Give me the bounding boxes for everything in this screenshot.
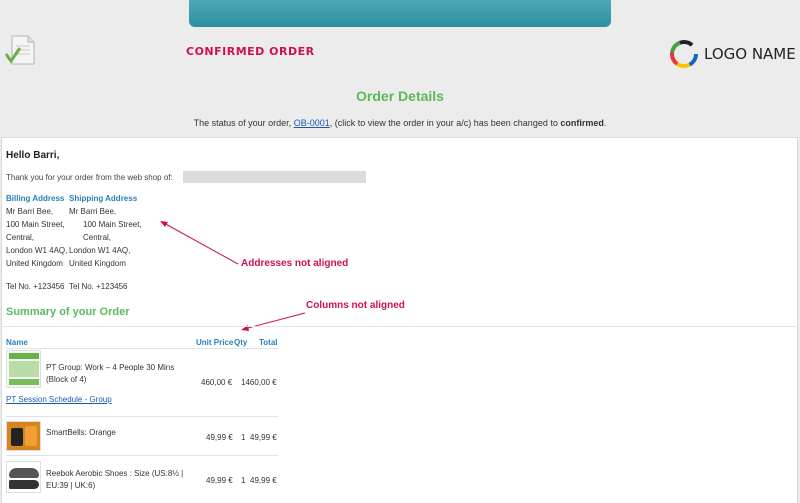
item-name: Reebok Aerobic Shoes : Size (US:8½ | bbox=[46, 469, 184, 478]
product-thumbnail bbox=[6, 350, 41, 388]
redacted-shop-name bbox=[183, 171, 366, 183]
order-summary-title: Summary of your Order bbox=[6, 306, 130, 318]
annotation-columns: Columns not aligned bbox=[306, 300, 405, 311]
document-check-icon bbox=[4, 35, 35, 65]
greeting: Hello Barri, bbox=[6, 150, 60, 161]
product-thumbnail bbox=[6, 461, 41, 493]
pt-session-schedule-link[interactable]: PT Session Schedule - Group bbox=[6, 395, 112, 404]
top-banner bbox=[189, 0, 611, 27]
column-header-qty: Qty bbox=[234, 338, 248, 347]
item-name: (Block of 4) bbox=[46, 375, 87, 384]
shipping-line: Mr Barri Bee, bbox=[69, 207, 117, 216]
item-name: EU:39 | UK:6) bbox=[46, 481, 96, 490]
status-middle: , (click to view the order in your a/c) … bbox=[329, 118, 561, 128]
item-total: 49,99 € bbox=[250, 433, 277, 442]
item-name: SmartBells: Orange bbox=[46, 428, 116, 437]
shipping-line: Central, bbox=[83, 233, 112, 242]
annotation-addresses: Addresses not aligned bbox=[241, 258, 349, 269]
billing-tel: Tel No. +123456 bbox=[6, 282, 65, 291]
status-line: The status of your order, OB-0001, (clic… bbox=[0, 118, 800, 128]
item-total: 1460,00 € bbox=[241, 378, 277, 387]
shipping-tel: Tel No. +123456 bbox=[69, 282, 128, 291]
item-unit-price: 49,99 € bbox=[206, 433, 233, 442]
shipping-line: United Kingdom bbox=[69, 259, 126, 268]
item-total: 49,99 € bbox=[250, 476, 277, 485]
status-prefix: The status of your order, bbox=[193, 118, 294, 128]
item-name: PT Group: Work – 4 People 30 Mins bbox=[46, 363, 175, 372]
thanks-text: Thank you for your order from the web sh… bbox=[6, 173, 173, 182]
item-unit-price: 49,99 € bbox=[206, 476, 233, 485]
order-details-title: Order Details bbox=[356, 88, 444, 104]
status-suffix: . bbox=[603, 118, 607, 128]
logo: LOGO NAME bbox=[668, 38, 796, 70]
status-state: confirmed bbox=[560, 118, 604, 128]
item-link: PT Session Schedule - Group bbox=[6, 394, 112, 405]
divider bbox=[6, 455, 278, 456]
shipping-line: London W1 4AQ, bbox=[69, 246, 131, 255]
divider bbox=[6, 348, 278, 349]
billing-address-heading: Billing Address bbox=[6, 194, 65, 203]
email-panel bbox=[1, 137, 798, 503]
item-qty: 1 bbox=[241, 433, 246, 442]
shipping-address-heading: Shipping Address bbox=[69, 194, 138, 203]
billing-line: London W1 4AQ, bbox=[6, 246, 68, 255]
logo-text: LOGO NAME bbox=[704, 45, 796, 63]
billing-line: 100 Main Street, bbox=[6, 220, 65, 229]
column-header-name: Name bbox=[6, 338, 28, 347]
billing-line: Central, bbox=[6, 233, 35, 242]
item-qty: 1 bbox=[241, 476, 246, 485]
billing-line: United Kingdom bbox=[6, 259, 63, 268]
product-thumbnail bbox=[6, 421, 41, 451]
order-number-link[interactable]: OB-0001 bbox=[294, 118, 330, 128]
column-header-total: Total bbox=[259, 338, 278, 347]
divider bbox=[1, 326, 798, 327]
divider bbox=[6, 416, 278, 417]
confirmed-order-label: CONFIRMED ORDER bbox=[186, 45, 315, 58]
logo-ring-icon bbox=[670, 40, 698, 68]
billing-line: Mr Barri Bee, bbox=[6, 207, 54, 216]
shipping-line: 100 Main Street, bbox=[83, 220, 142, 229]
column-header-unit-price: Unit Price bbox=[196, 338, 234, 347]
item-unit-price: 460,00 € bbox=[201, 378, 233, 387]
